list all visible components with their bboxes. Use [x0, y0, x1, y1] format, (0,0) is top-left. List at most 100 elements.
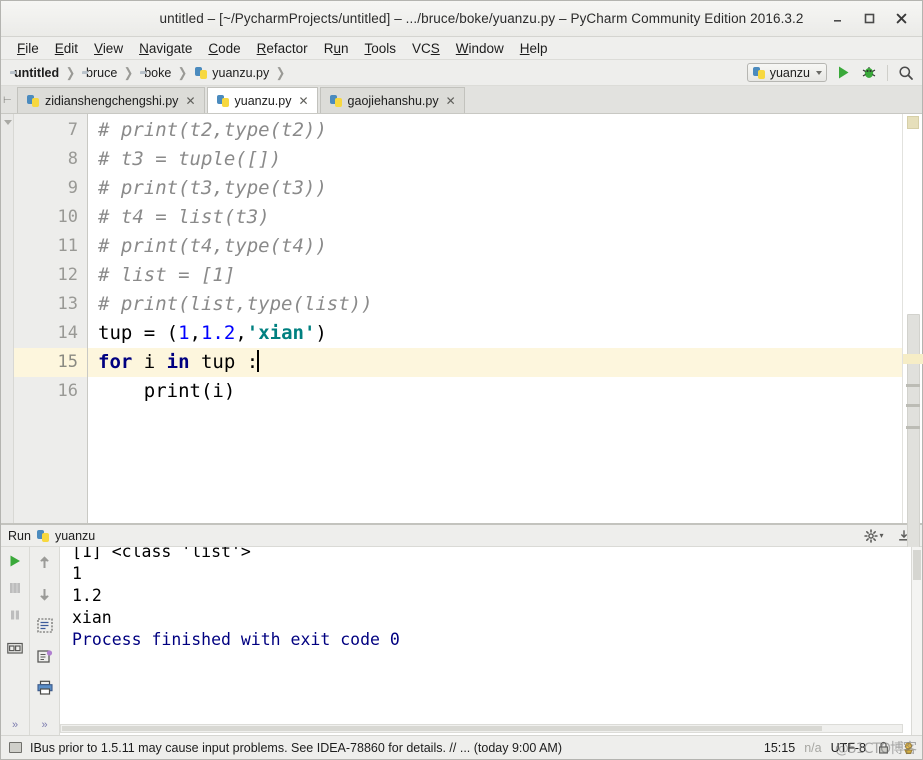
title-bar: untitled – [~/PycharmProjects/untitled] … — [1, 1, 922, 37]
close-icon[interactable] — [893, 11, 909, 27]
line-number: 9 — [67, 178, 78, 198]
menu-vcs[interactable]: VCS — [404, 39, 448, 58]
console-line: 1.2 — [72, 586, 102, 605]
code-line-8: # t3 = tuple([]) — [98, 148, 282, 170]
layout-icon[interactable] — [5, 638, 25, 658]
watermark: @51CTO博客 — [834, 740, 917, 757]
menu-file[interactable]: File — [9, 39, 47, 58]
console-horizontal-scrollbar[interactable] — [60, 724, 903, 733]
chevron-down-icon — [816, 70, 822, 75]
line-number-current: 15 — [14, 348, 87, 377]
line-number: 12 — [57, 265, 78, 285]
editor-tab-gaojiehanshu[interactable]: gaojiehanshu.py ✕ — [319, 87, 465, 113]
menu-navigate[interactable]: Navigate — [131, 39, 200, 58]
python-config-icon — [752, 66, 766, 80]
soft-wrap-icon[interactable] — [35, 615, 55, 635]
console-line-exit-status: Process finished with exit code 0 — [72, 630, 400, 649]
editor-tab-zidianshengchengshi[interactable]: zidianshengchengshi.py ✕ — [17, 87, 205, 113]
editor-tab-yuanzu[interactable]: yuanzu.py ✕ — [206, 87, 318, 113]
menu-window[interactable]: Window — [448, 39, 512, 58]
scrollbar-change-marker — [906, 426, 920, 429]
expand-actions-icon[interactable]: » — [12, 719, 18, 735]
python-file-icon — [194, 66, 208, 80]
code-content[interactable]: # print(t2,type(t2)) # t3 = tuple([]) # … — [88, 114, 902, 523]
tab-close-icon[interactable]: ✕ — [298, 94, 308, 108]
run-tool-window: Run yuanzu ▾ » » [1] <class 'list'> 1 1.… — [1, 524, 922, 735]
console-vscroll-thumb[interactable] — [913, 550, 921, 580]
debug-icon[interactable] — [859, 63, 879, 83]
window-controls — [829, 11, 922, 27]
caret-position[interactable]: 15:15 — [764, 741, 795, 755]
console-output[interactable]: [1] <class 'list'> 1 1.2 xian Process fi… — [60, 547, 912, 735]
run-configuration-selector[interactable]: yuanzu — [746, 63, 827, 82]
tab-label: yuanzu.py — [234, 93, 292, 108]
scroll-to-end-icon[interactable] — [35, 646, 55, 666]
breadcrumb-item-boke[interactable]: boke — [138, 66, 173, 80]
menu-edit[interactable]: Edit — [47, 39, 86, 58]
tab-close-icon[interactable]: ✕ — [446, 94, 456, 108]
rerun-icon[interactable] — [5, 551, 25, 571]
navigation-toolbar: untitled ❯ bruce ❯ boke ❯ yuanzu.py ❯ yu… — [1, 60, 922, 86]
down-arrow-icon[interactable] — [35, 584, 55, 604]
editor-scrollbar[interactable] — [902, 114, 923, 604]
run-tool-header: Run yuanzu ▾ — [1, 525, 922, 547]
scrollbar-error-stripe — [907, 116, 919, 129]
python-file-icon — [216, 94, 230, 108]
code-line-12: # list = [1] — [98, 264, 236, 286]
menu-tools[interactable]: Tools — [356, 39, 404, 58]
menu-refactor[interactable]: Refactor — [249, 39, 316, 58]
pycharm-window: untitled – [~/PycharmProjects/untitled] … — [0, 0, 923, 760]
menu-code[interactable]: Code — [200, 39, 248, 58]
collapse-triangle-icon[interactable] — [4, 120, 12, 125]
gear-icon[interactable]: ▾ — [864, 526, 884, 546]
breadcrumb-label: untitled — [14, 65, 60, 80]
console-line: [1] <class 'list'> — [72, 547, 251, 561]
monitor-icon[interactable] — [7, 741, 23, 755]
console-line: xian — [72, 608, 112, 627]
code-line-11: # print(t4,type(t4)) — [98, 235, 327, 257]
line-number: 10 — [57, 207, 78, 227]
breadcrumb-separator: ❯ — [276, 64, 286, 80]
code-editor: 7 8 9 10 11 12 13 14 15 16 # print(t2,ty… — [1, 114, 923, 604]
toolbar-actions: yuanzu — [746, 63, 916, 83]
tab-close-icon[interactable]: ✕ — [185, 94, 195, 108]
breadcrumb-item-bruce[interactable]: bruce — [80, 66, 119, 80]
menu-bar: File Edit View Navigate Code Refactor Ru… — [1, 37, 922, 60]
console-actions-column: » — [30, 547, 60, 735]
tab-label: zidianshengchengshi.py — [45, 93, 179, 108]
code-line-16: print(i) — [98, 380, 236, 402]
console-hscroll-thumb[interactable] — [62, 726, 822, 731]
menu-run[interactable]: Run — [316, 39, 357, 58]
code-line-9: # print(t3,type(t3)) — [98, 177, 327, 199]
stop-icon[interactable] — [5, 578, 25, 598]
up-arrow-icon[interactable] — [35, 553, 55, 573]
console-vertical-scrollbar[interactable] — [912, 547, 922, 735]
maximize-icon[interactable] — [861, 11, 877, 27]
breadcrumb-separator: ❯ — [65, 64, 76, 80]
python-file-icon — [329, 94, 343, 108]
line-number: 13 — [57, 294, 78, 314]
menu-view[interactable]: View — [86, 39, 131, 58]
status-message[interactable]: IBus prior to 1.5.11 may cause input pro… — [30, 741, 562, 755]
minimize-icon[interactable] — [829, 11, 845, 27]
expand-console-actions-icon[interactable]: » — [41, 719, 47, 735]
breadcrumb-item-yuanzu-py[interactable]: yuanzu.py — [192, 66, 271, 80]
breadcrumb-label: yuanzu.py — [212, 65, 270, 80]
code-line-15: for i in tup : — [88, 348, 902, 377]
menu-help[interactable]: Help — [512, 39, 556, 58]
print-icon[interactable] — [35, 677, 55, 697]
line-number-gutter[interactable]: 7 8 9 10 11 12 13 14 15 16 — [14, 114, 88, 523]
scrollbar-change-marker — [906, 384, 920, 387]
breadcrumb-label: bruce — [86, 65, 118, 80]
search-icon[interactable] — [896, 63, 916, 83]
line-number: 11 — [57, 236, 78, 256]
run-icon[interactable] — [833, 63, 853, 83]
line-separator[interactable]: n/a — [804, 741, 821, 755]
editor-tab-strip: ⊢ zidianshengchengshi.py ✕ yuanzu.py ✕ g… — [1, 86, 922, 114]
python-config-icon — [36, 529, 50, 543]
editor-left-strip — [1, 114, 14, 523]
code-line-7: # print(t2,type(t2)) — [98, 119, 327, 141]
breadcrumb-item-untitled[interactable]: untitled — [8, 66, 61, 80]
tab-list-toggle-icon[interactable]: ⊢ — [3, 95, 12, 106]
pause-icon[interactable] — [5, 605, 25, 625]
